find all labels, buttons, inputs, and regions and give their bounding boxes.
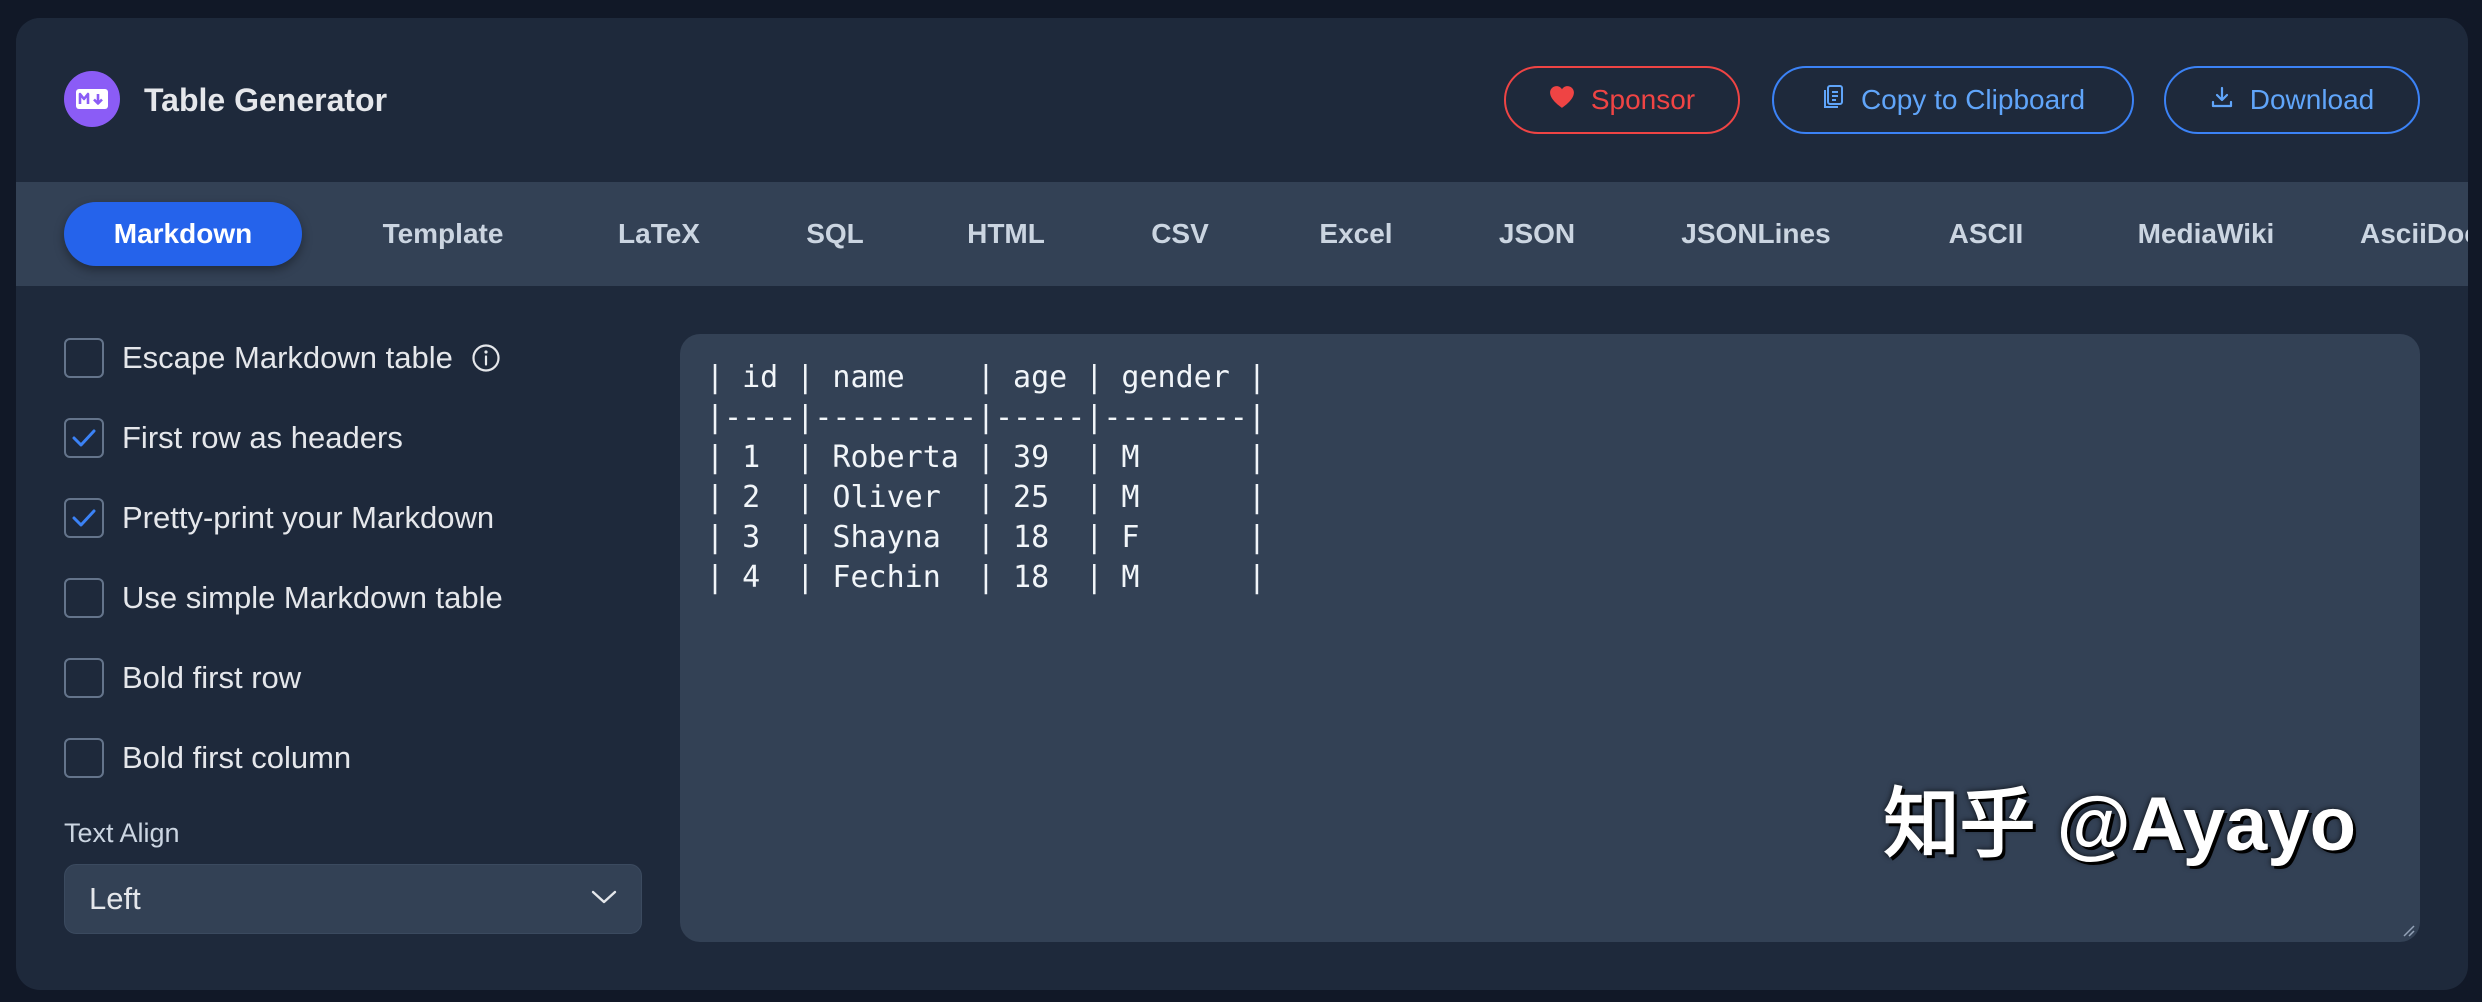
pretty-print-label: Pretty-print your Markdown: [122, 500, 495, 535]
tab-sql[interactable]: SQL: [776, 202, 894, 266]
markdown-logo-icon: [64, 71, 120, 127]
option-first-row-headers[interactable]: First row as headers: [64, 418, 403, 458]
option-escape-markdown[interactable]: Escape Markdown table: [64, 338, 501, 378]
tab-html[interactable]: HTML: [936, 202, 1076, 266]
escape-markdown-label: Escape Markdown table: [122, 340, 453, 375]
option-bold-first-column[interactable]: Bold first column: [64, 738, 351, 778]
check-icon: [72, 509, 96, 527]
tab-markdown[interactable]: Markdown: [64, 202, 302, 266]
tab-ascii[interactable]: ASCII: [1916, 202, 2056, 266]
resize-grip-icon[interactable]: [2398, 920, 2416, 938]
text-align-select[interactable]: Left: [64, 864, 642, 934]
markdown-output-textarea[interactable]: | id | name | age | gender | |----|-----…: [680, 334, 2420, 942]
download-button-label: Download: [2249, 84, 2375, 115]
download-icon: [2210, 84, 2234, 116]
sponsor-button-label: Sponsor: [1590, 84, 1696, 115]
sponsor-button[interactable]: Sponsor: [1504, 66, 1740, 134]
clipboard-icon: [1821, 84, 1845, 117]
app-window: Table Generator Sponsor Copy to Clipboar…: [16, 18, 2468, 990]
header: Table Generator Sponsor Copy to Clipboar…: [16, 18, 2468, 182]
text-align-value: Left: [89, 881, 141, 916]
simple-table-checkbox[interactable]: [64, 578, 104, 618]
tab-mediawiki[interactable]: MediaWiki: [2106, 202, 2306, 266]
bold-first-row-label: Bold first row: [122, 660, 302, 695]
first-row-headers-checkbox[interactable]: [64, 418, 104, 458]
escape-markdown-checkbox[interactable]: [64, 338, 104, 378]
heart-icon: [1549, 84, 1575, 116]
format-tab-bar: Markdown Template LaTeX SQL HTML CSV Exc…: [16, 182, 2468, 286]
check-icon: [72, 429, 96, 447]
markdown-output-text: | id | name | age | gender | |----|-----…: [706, 360, 1266, 595]
download-button[interactable]: Download: [2164, 66, 2420, 134]
option-bold-first-row[interactable]: Bold first row: [64, 658, 301, 698]
tab-template[interactable]: Template: [348, 202, 538, 266]
simple-table-label: Use simple Markdown table: [122, 580, 503, 615]
copy-button-label: Copy to Clipboard: [1860, 84, 2086, 115]
app-title: Table Generator: [144, 82, 388, 118]
tab-json[interactable]: JSON: [1472, 202, 1602, 266]
info-icon[interactable]: [471, 343, 501, 373]
first-row-headers-label: First row as headers: [122, 420, 403, 455]
option-simple-table[interactable]: Use simple Markdown table: [64, 578, 503, 618]
tab-latex[interactable]: LaTeX: [584, 202, 734, 266]
bold-first-column-label: Bold first column: [122, 740, 352, 775]
bold-first-column-checkbox[interactable]: [64, 738, 104, 778]
tab-jsonlines[interactable]: JSONLines: [1656, 202, 1856, 266]
copy-to-clipboard-button[interactable]: Copy to Clipboard: [1772, 66, 2134, 134]
watermark: 知乎 @Ayayo: [1883, 782, 2356, 867]
chevron-down-icon: [591, 889, 617, 910]
tab-csv[interactable]: CSV: [1120, 202, 1240, 266]
text-align-label: Text Align: [64, 818, 180, 848]
tab-excel[interactable]: Excel: [1286, 202, 1426, 266]
pretty-print-checkbox[interactable]: [64, 498, 104, 538]
tab-asciidoc[interactable]: AsciiDoc: [2360, 202, 2468, 266]
option-pretty-print[interactable]: Pretty-print your Markdown: [64, 498, 494, 538]
bold-first-row-checkbox[interactable]: [64, 658, 104, 698]
